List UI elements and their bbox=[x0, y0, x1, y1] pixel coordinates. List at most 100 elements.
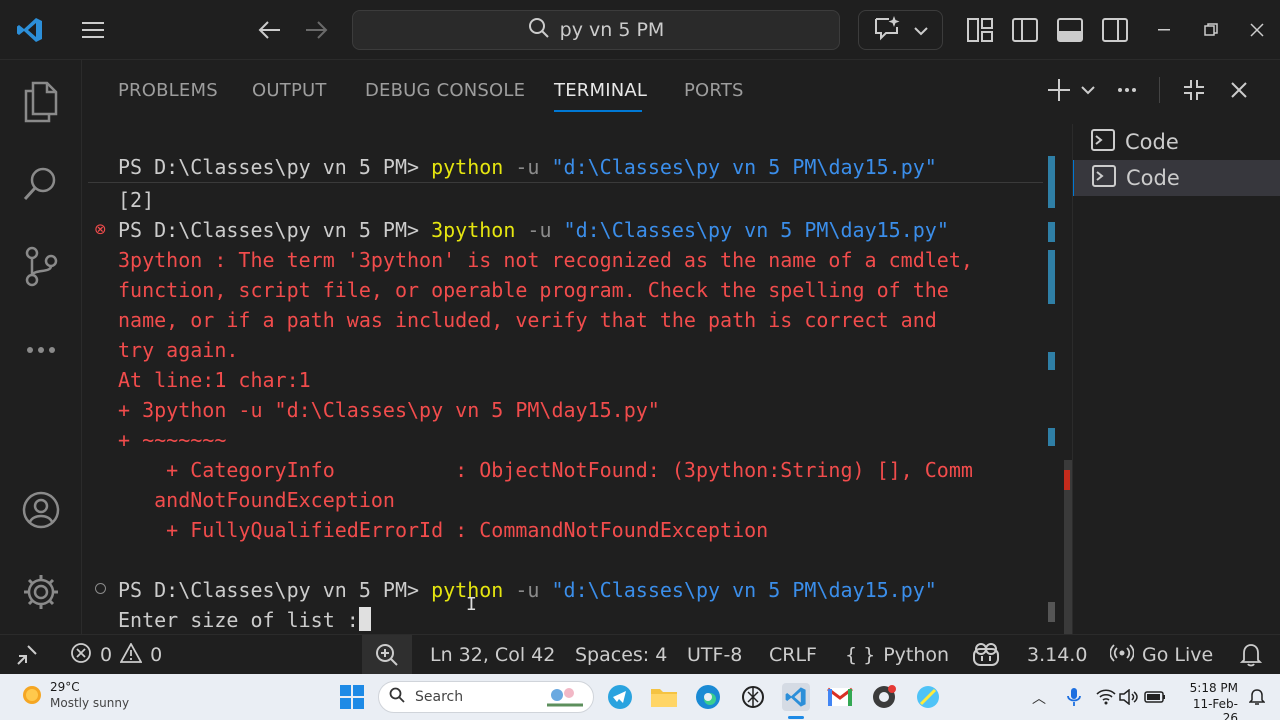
prompt-text: PS D:\Classes\py vn 5 PM> bbox=[118, 218, 432, 242]
more-views-icon[interactable] bbox=[17, 326, 65, 374]
python-version[interactable]: 3.14.0 bbox=[1027, 635, 1087, 675]
chevron-down-icon bbox=[914, 21, 929, 40]
go-live-button[interactable]: Go Live bbox=[1109, 635, 1213, 675]
problems-status[interactable]: 0 0 bbox=[70, 635, 162, 675]
more-actions-icon[interactable] bbox=[1111, 74, 1143, 106]
tab-output[interactable]: OUTPUT bbox=[252, 80, 327, 101]
back-arrow-icon[interactable] bbox=[254, 14, 286, 46]
error-decoration-icon[interactable]: ⊗ bbox=[94, 220, 107, 238]
gmail-icon[interactable] bbox=[826, 683, 854, 711]
toggle-secondary-sidebar-icon[interactable] bbox=[1099, 14, 1131, 46]
overview-ruler-mark bbox=[1048, 222, 1055, 242]
clock-time[interactable]: 5:18 PM bbox=[1186, 681, 1238, 695]
terminal-instance-item[interactable]: Code bbox=[1073, 124, 1280, 160]
language-label: Python bbox=[883, 644, 950, 666]
terminal-instance-item-active[interactable]: Code bbox=[1073, 160, 1280, 196]
tab-ports[interactable]: PORTS bbox=[684, 80, 744, 101]
terminal-scrollbar[interactable] bbox=[1048, 124, 1072, 634]
path-text: "d:\Classes\py vn 5 PM\day15.py" bbox=[551, 578, 937, 602]
terminal-output[interactable]: PS D:\Classes\py vn 5 PM> python -u "d:\… bbox=[83, 124, 1048, 634]
toggle-panel-icon[interactable] bbox=[1054, 14, 1086, 46]
error-line: + ~~~~~~~ bbox=[118, 428, 227, 452]
obs-record-icon[interactable] bbox=[870, 683, 898, 711]
command-decoration-icon[interactable] bbox=[95, 583, 106, 594]
overview-ruler-mark bbox=[1048, 352, 1055, 370]
account-icon[interactable] bbox=[17, 486, 65, 534]
prompt-text: PS D:\Classes\py vn 5 PM> bbox=[118, 155, 432, 179]
path-text: "d:\Classes\py vn 5 PM\day15.py" bbox=[551, 155, 937, 179]
terminal-icon bbox=[1091, 128, 1115, 156]
error-line: function, script file, or operable progr… bbox=[118, 278, 949, 302]
new-terminal-icon[interactable] bbox=[1043, 74, 1075, 106]
terminal-output-line: [2] bbox=[118, 188, 155, 212]
overview-ruler-mark bbox=[1048, 250, 1055, 304]
notification-center-icon[interactable] bbox=[1243, 683, 1271, 711]
terminal-icon bbox=[1092, 164, 1116, 192]
weather-temp[interactable]: 29°C bbox=[50, 680, 80, 694]
tab-terminal[interactable]: TERMINAL bbox=[554, 80, 647, 101]
edge-browser-icon[interactable] bbox=[694, 683, 722, 711]
warning-count: 0 bbox=[150, 644, 163, 666]
language-mode[interactable]: { } Python bbox=[845, 635, 949, 675]
terminal-line-1: PS D:\Classes\py vn 5 PM> python -u "d:\… bbox=[118, 152, 937, 182]
notifications-bell-icon[interactable] bbox=[1240, 635, 1262, 675]
path-text: "d:\Classes\py vn 5 PM\day15.py" bbox=[563, 218, 949, 242]
copilot-chat-button[interactable] bbox=[858, 10, 943, 50]
search-sidebar-icon[interactable] bbox=[17, 160, 65, 208]
error-line: name, or if a path was included, verify … bbox=[118, 308, 937, 332]
microphone-icon[interactable] bbox=[1060, 683, 1088, 711]
cursor-position[interactable]: Ln 32, Col 42 bbox=[430, 635, 555, 675]
weather-desc[interactable]: Mostly sunny bbox=[50, 696, 129, 710]
terminal-dropdown-chevron-icon[interactable] bbox=[1072, 74, 1104, 106]
maximize-panel-icon[interactable] bbox=[1178, 74, 1210, 106]
forward-arrow-icon[interactable] bbox=[300, 14, 332, 46]
settings-gear-icon[interactable] bbox=[17, 568, 65, 616]
toggle-primary-sidebar-icon[interactable] bbox=[1009, 14, 1041, 46]
weather-sun-icon[interactable] bbox=[20, 683, 44, 711]
flag-text: -u bbox=[503, 578, 552, 602]
chrome-extension-icon[interactable] bbox=[914, 683, 942, 711]
windows-taskbar: 29°C Mostly sunny Search ︿ 5:18 PM 11-Fe… bbox=[0, 674, 1280, 720]
terminal-cursor bbox=[358, 607, 371, 631]
command-center-search[interactable]: py vn 5 PM bbox=[352, 10, 840, 50]
copilot-status-icon[interactable] bbox=[972, 635, 1000, 675]
show-hidden-icons-chevron-icon[interactable]: ︿ bbox=[1032, 688, 1046, 708]
volume-icon[interactable] bbox=[1115, 683, 1143, 711]
taskbar-search[interactable]: Search bbox=[378, 681, 594, 713]
vscode-taskbar-icon[interactable] bbox=[782, 683, 810, 711]
customize-layout-icon[interactable] bbox=[964, 14, 996, 46]
text-cursor-icon: I bbox=[466, 594, 477, 615]
explorer-icon[interactable] bbox=[17, 78, 65, 126]
eol-status[interactable]: CRLF bbox=[769, 635, 817, 675]
minimize-icon[interactable] bbox=[1149, 14, 1181, 46]
menu-icon[interactable] bbox=[77, 14, 109, 46]
scrollbar-error-mark bbox=[1064, 470, 1070, 490]
clock-date[interactable]: 11-Feb-26 bbox=[1180, 697, 1238, 720]
remote-indicator-icon[interactable] bbox=[16, 635, 38, 675]
terminal-instance-label: Code bbox=[1126, 166, 1180, 190]
input-prompt-text: Enter size of list : bbox=[118, 608, 359, 632]
terminal-line-4: PS D:\Classes\py vn 5 PM> python -u "d:\… bbox=[118, 575, 937, 605]
telegram-icon[interactable] bbox=[606, 683, 634, 711]
windows-start-icon[interactable] bbox=[338, 683, 366, 711]
search-highlight-icon bbox=[545, 683, 585, 711]
close-panel-icon[interactable] bbox=[1223, 74, 1255, 106]
command-text: 3python bbox=[431, 218, 516, 242]
chatgpt-icon[interactable] bbox=[739, 683, 767, 711]
indentation-status[interactable]: Spaces: 4 bbox=[575, 635, 667, 675]
taskbar-search-label: Search bbox=[415, 689, 464, 705]
tab-debug-console[interactable]: DEBUG CONSOLE bbox=[365, 80, 525, 101]
error-line: 3python : The term '3python' is not reco… bbox=[118, 248, 973, 272]
battery-icon[interactable] bbox=[1141, 683, 1169, 711]
encoding-status[interactable]: UTF-8 bbox=[687, 635, 742, 675]
restore-icon[interactable] bbox=[1195, 14, 1227, 46]
vscode-logo-icon[interactable] bbox=[14, 14, 46, 46]
file-explorer-icon[interactable] bbox=[650, 683, 678, 711]
tab-problems[interactable]: PROBLEMS bbox=[118, 80, 218, 101]
broadcast-icon bbox=[1109, 642, 1135, 669]
taskbar-search-icon bbox=[389, 687, 405, 707]
vscode-window: py vn 5 PM PROBLEMS OUTPUT DEBUG CONSOLE… bbox=[0, 0, 1280, 720]
close-window-icon[interactable] bbox=[1241, 14, 1273, 46]
zoom-icon[interactable] bbox=[362, 635, 412, 675]
source-control-icon[interactable] bbox=[17, 242, 65, 290]
